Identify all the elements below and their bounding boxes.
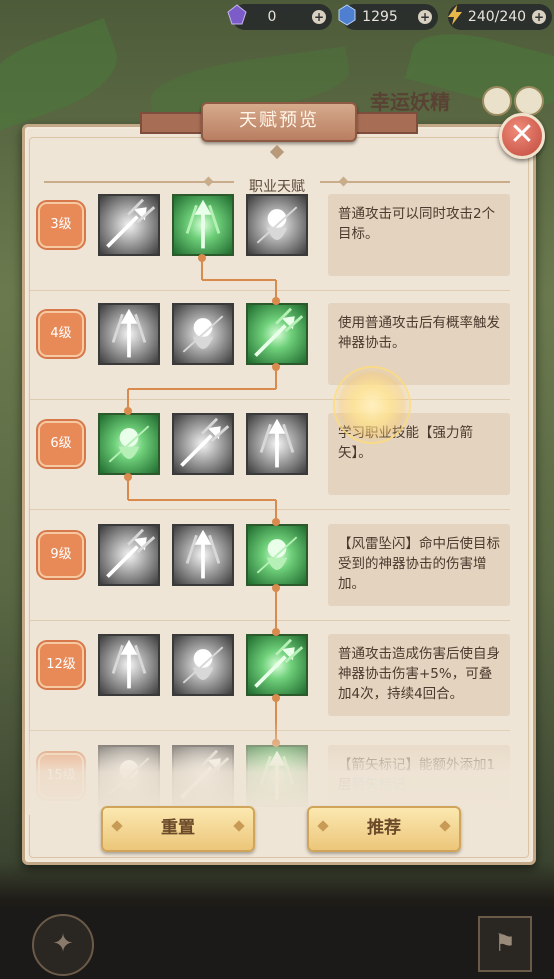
talent-icon[interactable]	[172, 303, 234, 365]
banner-icon[interactable]: ⚑	[478, 916, 532, 972]
background-gear-button[interactable]	[514, 86, 544, 116]
talent-icon[interactable]	[172, 413, 234, 475]
close-icon[interactable]: ✕	[499, 113, 545, 159]
talent-icon[interactable]	[172, 634, 234, 696]
button-ornament	[439, 820, 451, 832]
purple-crystal-icon	[227, 4, 247, 25]
selected-talent-icon[interactable]	[172, 194, 234, 256]
talent-path-connector	[128, 499, 276, 501]
talent-icon[interactable]	[98, 634, 160, 696]
section-title: 职业天赋	[249, 179, 305, 195]
talent-description: 【风雷坠闪】命中后使目标受到的神器协击的伤害增加。	[328, 524, 510, 606]
panel-title: 天赋预览	[201, 102, 357, 142]
talent-path-connector	[202, 279, 276, 281]
talent-path-connector	[198, 254, 206, 262]
background-bow-button[interactable]	[482, 86, 512, 116]
talent-description: 普通攻击造成伤害后使自身神器协击伤害+5%，可叠加4次，持续4回合。	[328, 634, 510, 716]
selected-talent-icon[interactable]	[98, 413, 160, 475]
level-badge: 3级	[38, 202, 84, 248]
talent-icon[interactable]	[98, 524, 160, 586]
talent-description-text: 普通攻击可以同时攻击2个目标。	[338, 206, 496, 242]
selected-talent-icon[interactable]	[246, 524, 308, 586]
button-ornament	[111, 820, 123, 832]
talent-path-connector	[272, 518, 280, 526]
level-badge: 12级	[38, 642, 84, 688]
talent-path-connector	[128, 388, 276, 390]
recommend-button-label: 推荐	[367, 818, 401, 838]
level-label: 6级	[50, 436, 72, 451]
background-character-name: 幸运妖精	[370, 90, 450, 114]
compass-icon[interactable]: ✦	[32, 914, 94, 976]
row-divider	[30, 290, 510, 291]
selected-talent-icon[interactable]	[246, 303, 308, 365]
talent-icon[interactable]	[98, 303, 160, 365]
level-label: 12级	[46, 657, 76, 672]
add-blue-crystal-button[interactable]: +	[418, 10, 432, 24]
add-purple-crystal-button[interactable]: +	[312, 10, 326, 24]
level-badge: 6级	[38, 421, 84, 467]
talent-path-connector	[124, 407, 132, 415]
recommend-button[interactable]: 推荐	[307, 806, 461, 852]
talent-description-text: 普通攻击造成伤害后使自身神器协击伤害+5%，可叠加4次，持续4回合。	[338, 646, 500, 702]
level-label: 4级	[50, 326, 72, 341]
level-label: 9级	[50, 547, 72, 562]
row-divider	[30, 620, 510, 621]
level-badge: 4级	[38, 311, 84, 357]
button-ornament	[317, 820, 329, 832]
button-ornament	[233, 820, 245, 832]
selected-talent-icon[interactable]	[246, 634, 308, 696]
talent-icon[interactable]	[246, 194, 308, 256]
add-energy-button[interactable]: +	[532, 10, 546, 24]
talent-path-connector	[124, 473, 132, 481]
talent-path-connector	[272, 628, 280, 636]
level-badge: 9级	[38, 532, 84, 578]
talent-icon[interactable]	[172, 524, 234, 586]
talent-path-connector	[272, 297, 280, 305]
tap-highlight-ring	[333, 366, 411, 444]
row-divider	[30, 399, 510, 400]
reset-button-label: 重置	[161, 818, 195, 838]
list-fade	[26, 720, 528, 815]
blue-crystal-icon	[338, 4, 356, 26]
level-label: 3级	[50, 217, 72, 232]
talent-path-connector	[272, 363, 280, 371]
talent-icon[interactable]	[98, 194, 160, 256]
energy-icon	[448, 5, 462, 25]
talent-path-connector	[272, 694, 280, 702]
reset-button[interactable]: 重置	[101, 806, 255, 852]
row-divider	[30, 509, 510, 510]
talent-icon[interactable]	[246, 413, 308, 475]
talent-description-text: 使用普通攻击后有概率触发神器协击。	[338, 315, 500, 351]
background-foliage	[0, 18, 128, 132]
talent-path-connector	[272, 584, 280, 592]
talent-description-text: 【风雷坠闪】命中后使目标受到的神器协击的伤害增加。	[338, 536, 500, 592]
talent-description: 普通攻击可以同时攻击2个目标。	[328, 194, 510, 276]
